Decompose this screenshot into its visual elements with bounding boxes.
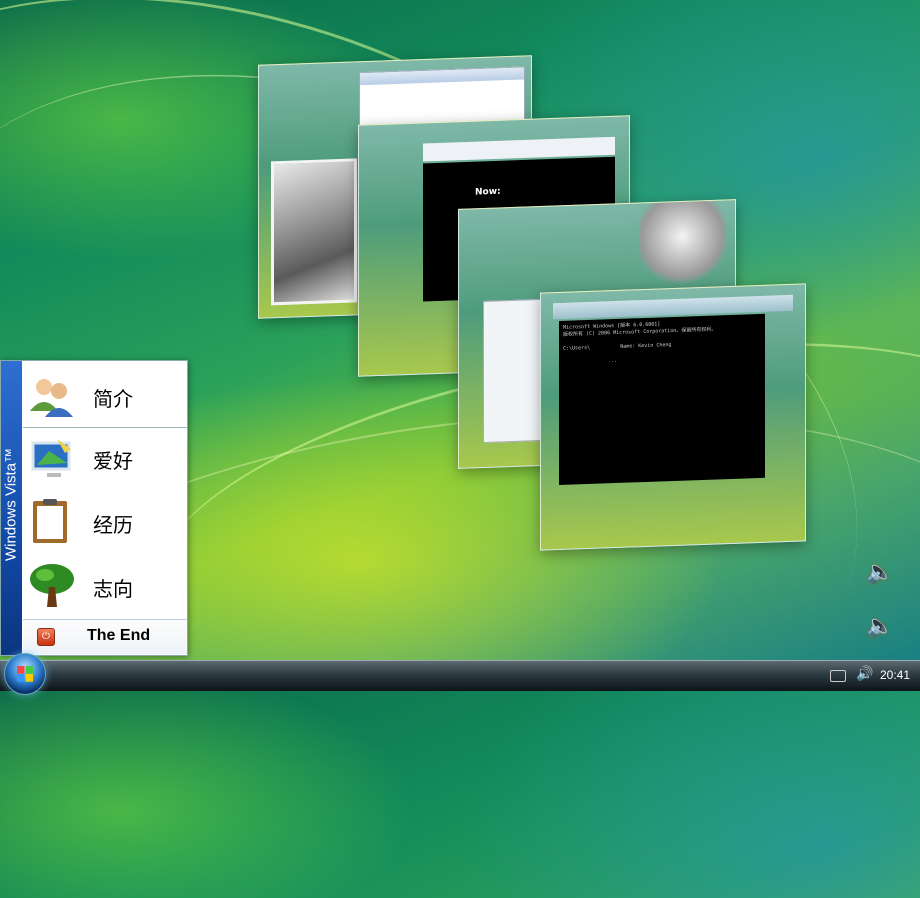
menu-item-label: 经历 [93,513,133,537]
menu-item-label: 志向 [93,577,133,601]
menu-item-label: 简介 [93,387,133,411]
menu-item-intro[interactable]: 简介 [23,365,185,427]
menu-item-aspiration[interactable]: 志向 [23,555,185,617]
power-icon: ⏻ [37,628,55,646]
menu-item-label: 爱好 [93,449,133,473]
speaker-icon[interactable]: 🔈 [866,614,893,640]
volume-icon[interactable]: 🔊 [856,666,873,682]
menu-item-hobbies[interactable]: 爱好 [23,427,185,489]
taskbar: 🔊 20:41 [0,653,920,695]
console-text: Microsoft Windows [版本 6.0.6001] 版权所有 (C)… [563,321,717,365]
tree-icon [30,564,74,607]
game-cover-image [271,158,357,306]
menu-item-experience[interactable]: 经历 [23,491,185,553]
the-end-label: The End [87,627,151,644]
start-menu: Windows Vista™ 简介 爱好 经历 志向 ⏻ The End [0,360,188,656]
speaker-icon[interactable]: 🔈 [866,560,893,586]
display-settings-icon [31,439,71,477]
windows-orb-icon[interactable] [4,653,46,695]
character-image [639,200,725,290]
clock[interactable]: 20:41 [880,668,910,682]
the-end-button[interactable]: ⏻ The End [23,619,187,654]
brand-strip: Windows Vista™ [1,361,22,655]
clipboard-icon [33,499,67,543]
now-label: Now: [475,186,501,198]
keyboard-icon[interactable] [830,670,846,682]
users-icon [30,379,73,417]
windows-vista-brand: Windows Vista™ [2,447,20,562]
flip3d-window-console[interactable]: Microsoft Windows [版本 6.0.6001] 版权所有 (C)… [540,283,806,551]
